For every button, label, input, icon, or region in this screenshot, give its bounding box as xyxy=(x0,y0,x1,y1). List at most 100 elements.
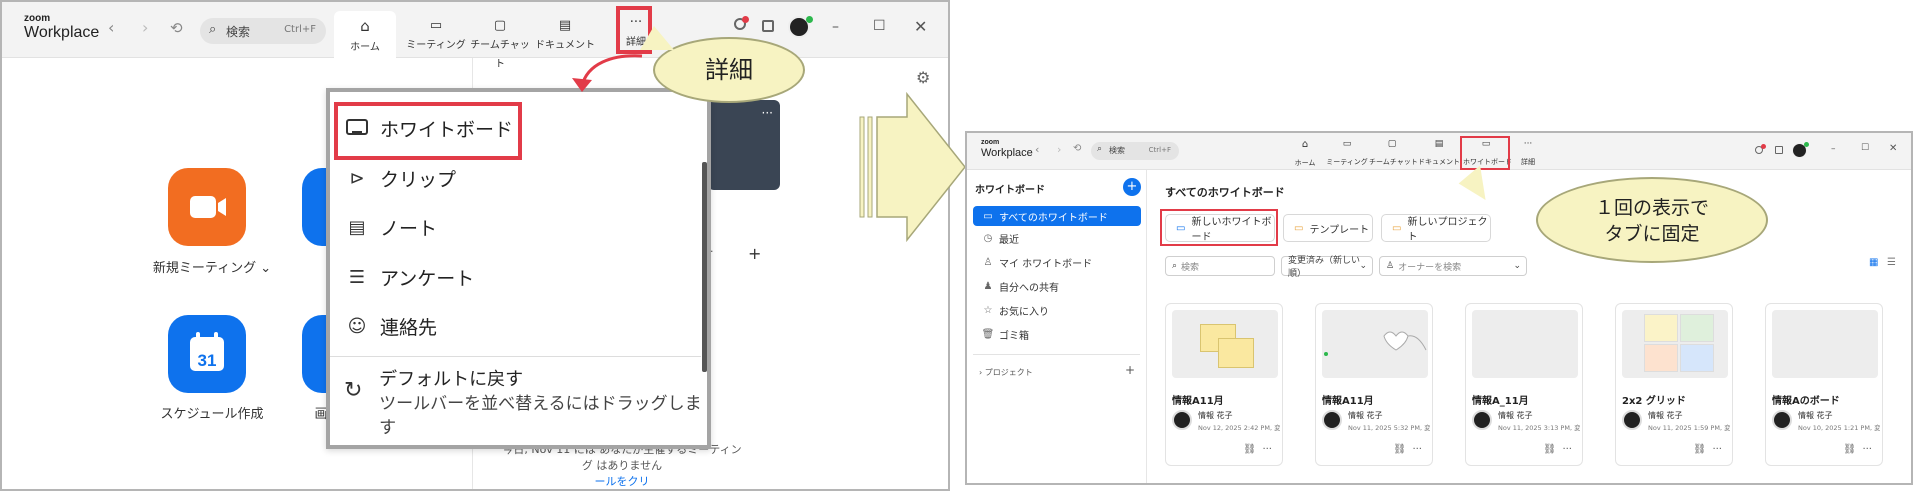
tab-more[interactable]: ··· 詳細 xyxy=(1513,139,1543,169)
no-meeting-text: 今日, Nov 11 には あなたが主催するミーティン グ はありません ールを… xyxy=(502,443,742,488)
close-icon[interactable]: ✕ xyxy=(914,17,927,36)
menu-item-reset[interactable]: ↻ デフォルトに戻す ツールバーを並べ替えるにはドラッグします xyxy=(344,368,707,440)
board-actions[interactable]: ⛓ ··· xyxy=(1393,444,1422,455)
board-actions[interactable]: ⛓ ··· xyxy=(1693,444,1722,455)
board-card[interactable]: 2x2 グリッド 情報 花子 Nov 11, 2025 1:59 PM, 変更済… xyxy=(1615,303,1733,466)
menu-item-contact[interactable]: ☺ 連絡先 xyxy=(344,304,437,348)
sort-dropdown[interactable]: 変更済み（新しい順） ⌄ xyxy=(1281,256,1373,279)
add-icon[interactable]: + xyxy=(748,244,761,263)
forward-icon[interactable]: › xyxy=(142,18,148,37)
board-date: Nov 10, 2025 1:21 PM, 変更済... xyxy=(1798,424,1880,432)
menu-note-label: ノート xyxy=(380,217,438,240)
sidebar-divider xyxy=(973,354,1140,355)
template-button[interactable]: ▭ テンプレート xyxy=(1283,214,1373,242)
schedule-caption[interactable]: スケジュール作成 xyxy=(152,403,272,422)
board-actions[interactable]: ⛓ ··· xyxy=(1543,444,1572,455)
sidebar-item-recent[interactable]: ◷ 最近 xyxy=(973,228,1141,248)
sidebar-item-mine[interactable]: ♙ マイ ホワイトボード xyxy=(973,252,1141,272)
right-screenshot: zoom Workplace ‹ › ⟲ ⌕ 検索 Ctrl+F ⌂ ホーム ▭… xyxy=(965,131,1913,485)
close-icon[interactable]: ✕ xyxy=(1889,143,1897,154)
new-meeting-tile[interactable] xyxy=(168,168,246,246)
owner-search-dropdown[interactable]: ♙ オーナーを検索 ⌄ xyxy=(1379,256,1527,276)
menu-item-survey[interactable]: ☰ アンケート xyxy=(344,255,474,299)
tab-documents[interactable]: ▤ ドキュメント xyxy=(1417,139,1461,169)
board-card[interactable]: 情報A_11月 情報 花子 Nov 11, 2025 3:13 PM, 変更済.… xyxy=(1465,303,1583,466)
sidebar-item-trash[interactable]: 🗑 ゴミ箱 xyxy=(973,324,1141,344)
menu-scrollbar[interactable] xyxy=(702,162,707,372)
board-icon: ▭ xyxy=(983,210,993,222)
owner-avatar xyxy=(1172,410,1192,430)
person-icon: ♙ xyxy=(983,256,993,268)
board-actions[interactable]: ⛓ ··· xyxy=(1243,444,1272,455)
page-title: すべてのホワイトボード xyxy=(1165,186,1285,199)
calendar-small-icon[interactable] xyxy=(762,20,774,32)
search-box[interactable]: ⌕ 検索 Ctrl+F xyxy=(200,18,326,44)
board-owner: 情報 花子 xyxy=(1348,411,1383,420)
board-search-input[interactable]: ⌕ 検索 xyxy=(1165,256,1275,276)
board-actions[interactable]: ⛓ ··· xyxy=(1843,444,1872,455)
new-whiteboard-highlight xyxy=(1160,209,1278,246)
chat-icon: ▢ xyxy=(1387,139,1397,149)
callout-more-text: 詳細 xyxy=(705,56,753,84)
back-icon[interactable]: ‹ xyxy=(1035,143,1039,156)
settings-gear-icon[interactable]: ⚙ xyxy=(916,68,930,87)
board-name: 情報A_11月 xyxy=(1472,396,1529,407)
big-arrow xyxy=(859,92,966,242)
reset-icon: ↻ xyxy=(344,378,363,403)
zoom-logo: zoom Workplace xyxy=(24,14,99,42)
tab-meeting[interactable]: ▭ ミーティング xyxy=(404,11,468,58)
whiteboard-highlight xyxy=(334,102,522,160)
board-card[interactable]: 情報A11月 情報 花子 Nov 12, 2025 2:42 PM, 変更済..… xyxy=(1165,303,1283,466)
menu-divider xyxy=(330,356,701,357)
document-icon: ▤ xyxy=(1434,139,1444,149)
owner-avatar xyxy=(1322,410,1342,430)
title-bar: zoom Workplace ‹ › ⟲ ⌕ 検索 Ctrl+F ⌂ ホーム ▭… xyxy=(2,2,948,70)
projects-section[interactable]: › プロジェクト xyxy=(979,367,1033,378)
minimize-icon[interactable]: – xyxy=(1831,144,1836,154)
menu-survey-label: アンケート xyxy=(380,267,475,290)
tab-meeting[interactable]: ▭ ミーティング xyxy=(1325,139,1369,169)
menu-item-note[interactable]: ▤ ノート xyxy=(344,205,437,249)
add-whiteboard-icon[interactable]: + xyxy=(1123,178,1141,196)
callout-more: 詳細 xyxy=(653,37,805,103)
new-meeting-caption[interactable]: 新規ミーティング ⌄ xyxy=(152,257,272,276)
board-date: Nov 12, 2025 2:42 PM, 変更済... xyxy=(1198,424,1280,432)
history-icon[interactable]: ⟲ xyxy=(1073,143,1081,154)
sidebar-item-shared[interactable]: ♟ 自分への共有 xyxy=(973,276,1141,296)
maximize-icon[interactable]: ☐ xyxy=(1861,143,1869,153)
back-icon[interactable]: ‹ xyxy=(108,18,114,37)
search-box[interactable]: ⌕ 検索 Ctrl+F xyxy=(1091,142,1179,160)
zoom-logo: zoom Workplace xyxy=(981,139,1033,160)
card-more-icon[interactable]: ··· xyxy=(762,106,773,120)
owner-avatar xyxy=(1622,410,1642,430)
board-owner: 情報 花子 xyxy=(1798,411,1833,420)
schedule-tile[interactable]: 31 xyxy=(168,315,246,393)
callout-tail xyxy=(1458,165,1500,207)
list-view-icon[interactable]: ☰ xyxy=(1887,257,1896,268)
whiteboard-tab-highlight xyxy=(1460,136,1510,170)
tab-home[interactable]: ⌂ ホーム xyxy=(334,11,396,58)
presence-badge xyxy=(806,16,813,23)
grid-view-icon[interactable]: ▦ xyxy=(1869,257,1878,268)
sidebar-item-all[interactable]: ▭ すべてのホワイトボード xyxy=(973,206,1141,226)
board-card[interactable]: 情報Aのボード 情報 花子 Nov 10, 2025 1:21 PM, 変更済.… xyxy=(1765,303,1883,466)
owner-avatar xyxy=(1472,410,1492,430)
tab-team-chat[interactable]: ▢ チームチャット xyxy=(1369,139,1418,169)
sidebar-item-favorites[interactable]: ☆ お気に入り xyxy=(973,300,1141,320)
reset-label: デフォルトに戻す xyxy=(379,369,524,390)
tab-team-chat[interactable]: ▢ チームチャット xyxy=(468,11,532,70)
tab-home[interactable]: ⌂ ホーム xyxy=(1285,139,1325,169)
calendar-small-icon[interactable] xyxy=(1775,146,1783,154)
survey-icon: ☰ xyxy=(348,266,366,288)
board-card[interactable]: 情報A11月 情報 花子 Nov 11, 2025 5:32 PM, 変更済..… xyxy=(1315,303,1433,466)
minimize-icon[interactable]: – xyxy=(832,19,839,35)
history-icon[interactable]: ⟲ xyxy=(170,19,183,37)
video-icon: ▭ xyxy=(429,18,443,33)
trash-icon: 🗑 xyxy=(981,328,995,340)
forward-icon[interactable]: › xyxy=(1057,143,1061,156)
new-project-button[interactable]: ▭ 新しいプロジェクト xyxy=(1381,214,1491,243)
callout-tail xyxy=(640,26,674,50)
menu-item-clip[interactable]: ⊳ クリップ xyxy=(344,156,456,200)
maximize-icon[interactable]: ☐ xyxy=(873,18,886,34)
add-project-icon[interactable]: + xyxy=(1125,363,1135,377)
